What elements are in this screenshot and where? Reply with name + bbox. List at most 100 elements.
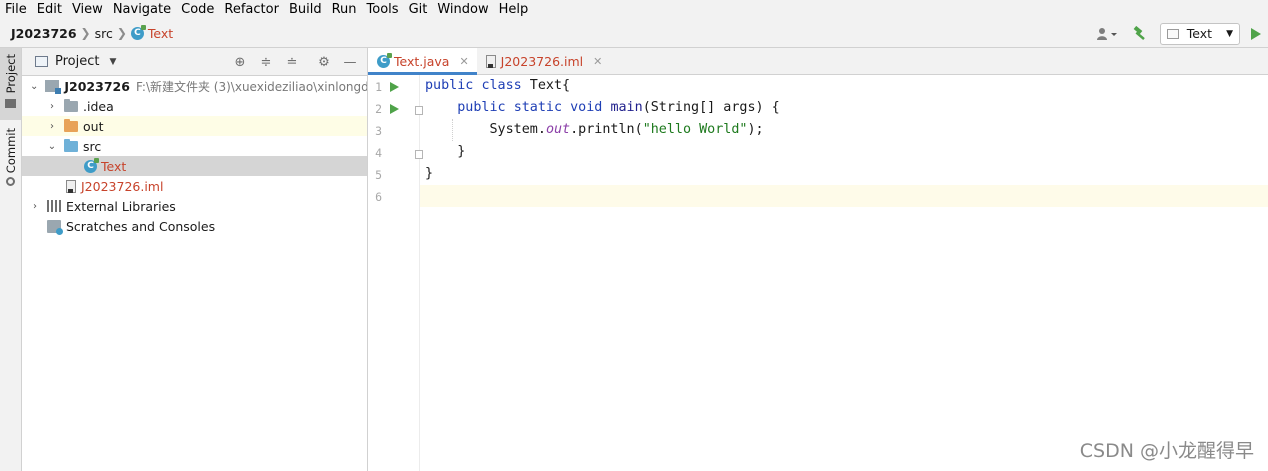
code-token: ); [747,122,764,137]
locate-file-icon[interactable]: ⊕ [227,55,253,70]
chevron-right-icon[interactable]: › [47,101,57,112]
run-icon[interactable] [1250,27,1262,41]
menu-view[interactable]: View [67,0,108,19]
tree-item-src[interactable]: ⌄ src [22,136,367,156]
navigation-bar: J2023726 ❯ src ❯ C Text Text ▼ [0,19,1268,48]
watermark: CSDN @小龙醒得早 [1079,440,1254,462]
tree-root-label: J2023726 [64,78,130,94]
tab-iml[interactable]: J2023726.iml ✕ [477,48,611,74]
line-number: 6 [375,190,382,204]
code-token: public [457,100,506,115]
expand-all-icon[interactable]: ≑ [253,55,279,70]
line-number: 1 [375,80,382,94]
menu-git[interactable]: Git [404,0,433,19]
code-token: (String[] args) { [642,100,780,115]
code-token: out [545,122,571,137]
run-config-select[interactable]: Text ▼ [1159,22,1240,45]
breadcrumb-file-label: Text [147,25,174,41]
tree-item-out[interactable]: › out [22,116,367,136]
tree-root-path: F:\新建文件夹 (3)\xuexideziliao\xinlongde-c [135,79,367,94]
project-pane-header: Project ▼ ⊕ ≑ ≐ ⚙ — [22,48,367,76]
tree-item-external-libraries[interactable]: › External Libraries [22,196,367,216]
menu-tools[interactable]: Tools [362,0,404,19]
line-number: 4 [375,146,382,160]
line-number: 2 [375,102,382,116]
folder-icon [5,99,16,109]
menu-code[interactable]: Code [176,0,219,19]
chevron-down-icon: ▼ [109,56,117,67]
code-token: void [570,100,603,115]
code-line: } [420,163,1268,185]
collapse-all-icon[interactable]: ≐ [279,55,305,70]
menu-window[interactable]: Window [432,0,493,19]
tool-tab-project[interactable]: Project [0,48,21,120]
run-gutter-icon[interactable] [390,82,399,92]
user-icon[interactable] [1096,27,1118,41]
library-icon [47,200,61,212]
tab-text-java[interactable]: C Text.java ✕ [368,48,477,75]
tree-scratches-label: Scratches and Consoles [66,218,216,234]
close-icon[interactable]: ✕ [593,55,602,68]
java-class-icon: C [84,157,99,173]
tool-tab-project-label: Project [3,54,18,94]
menu-build[interactable]: Build [284,0,327,19]
chevron-down-icon: ▼ [1226,28,1233,39]
menu-edit[interactable]: Edit [32,0,67,19]
breadcrumb-src[interactable]: src [95,26,113,41]
tree-item-iml[interactable]: J2023726.iml [22,176,367,196]
menu-bar: File Edit View Navigate Code Refactor Bu… [0,0,1268,19]
breadcrumb-file[interactable]: C Text [130,24,174,41]
tab-text-java-label: Text.java [394,53,450,69]
menu-file[interactable]: File [0,0,32,19]
run-config-label: Text [1186,26,1213,41]
tree-src-label: src [83,138,102,154]
tree-text-label: Text [101,158,127,174]
menu-refactor[interactable]: Refactor [219,0,284,19]
code-line: System.out.println("hello World"); [420,119,1268,141]
build-hammer-icon[interactable] [1132,25,1148,42]
menu-run[interactable]: Run [327,0,362,19]
chevron-down-icon[interactable]: ⌄ [47,141,57,152]
editor-gutter: 1 2 3 4 5 6 [368,75,423,471]
code-token: class [481,78,522,93]
line-number: 3 [375,124,382,138]
project-pane-title: Project [55,54,100,69]
chevron-down-icon[interactable]: ⌄ [30,81,38,92]
menu-help[interactable]: Help [494,0,534,19]
code-token: System. [489,122,546,137]
project-view-icon [35,56,48,67]
tool-tab-commit[interactable]: Commit [0,128,21,190]
tree-item-root[interactable]: ⌄ J2023726 F:\新建文件夹 (3)\xuexideziliao\xi… [22,76,367,96]
run-gutter-icon[interactable] [390,104,399,114]
code-editor[interactable]: public class Text{ public static void ma… [420,75,1268,471]
tree-libraries-label: External Libraries [66,198,176,214]
folder-excluded-icon [64,118,78,132]
project-view-selector[interactable]: Project ▼ [35,54,116,69]
code-token: Text{ [521,78,571,93]
tree-item-idea[interactable]: › .idea [22,96,367,116]
code-token: public [425,78,474,93]
breadcrumb-src-label: src [94,25,113,41]
code-token: main [610,100,643,115]
hide-icon[interactable]: — [337,55,363,70]
menu-navigate[interactable]: Navigate [108,0,176,19]
breadcrumb-project[interactable]: J2023726 [11,26,77,41]
chevron-right-icon[interactable]: › [47,121,57,132]
code-line: public static void main(String[] args) { [420,97,1268,119]
tree-item-scratches[interactable]: Scratches and Consoles [22,216,367,236]
iml-file-icon [66,179,76,193]
gear-icon[interactable]: ⚙ [311,55,337,70]
tree-iml-label: J2023726.iml [81,178,164,194]
tool-window-strip: Project Commit [0,48,22,471]
chevron-right-icon[interactable]: › [30,201,40,212]
tree-item-text-class[interactable]: C Text [22,156,367,176]
source-folder-icon [64,138,78,152]
commit-icon [6,177,15,187]
tab-iml-label: J2023726.iml [500,53,584,69]
code-line-current [420,185,1268,207]
code-token: } [457,144,466,159]
close-icon[interactable]: ✕ [459,55,468,68]
line-number: 5 [375,168,382,182]
run-config-icon [1166,28,1179,39]
indent-guide [452,119,453,141]
